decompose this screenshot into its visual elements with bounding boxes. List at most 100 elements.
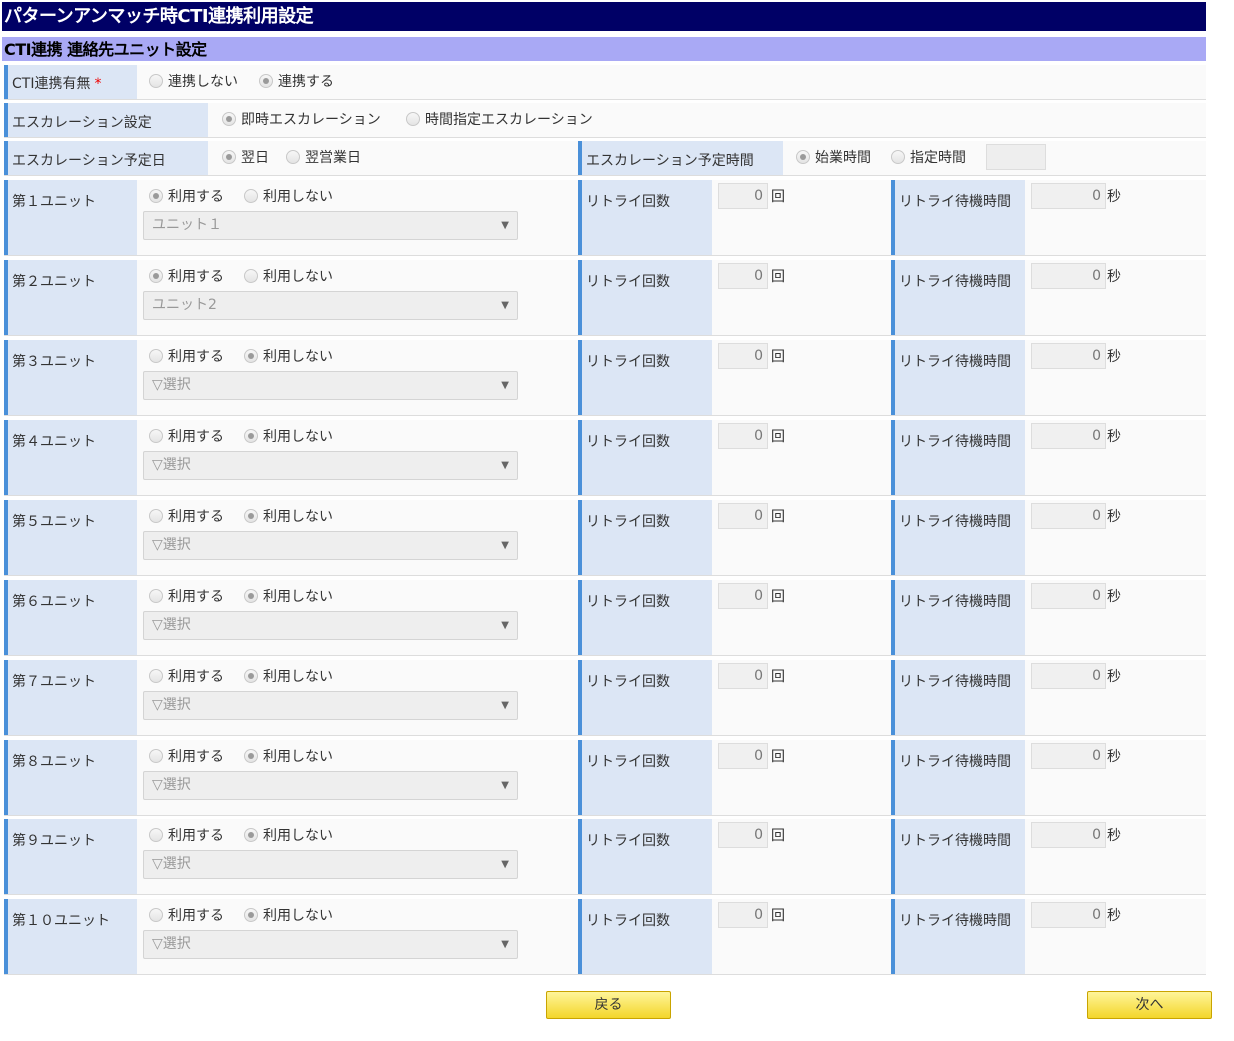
unit-row: 第３ユニット 利用する 利用しない ▽選択 ▼ リトライ回数 0 回リトライ待機時間 0 秒 — [4, 340, 1206, 416]
retry-count-input[interactable]: 0 — [718, 183, 768, 209]
retry-count-label: リトライ回数 — [578, 260, 712, 335]
radio-unchecked-icon — [149, 509, 163, 523]
retry-count-input[interactable]: 0 — [718, 663, 768, 689]
unit-nouse-radio[interactable]: 利用しない — [244, 186, 333, 206]
retry-count-input[interactable]: 0 — [718, 822, 768, 848]
retry-wait-input[interactable]: 0 — [1031, 743, 1106, 769]
dropdown-arrow-icon: ▼ — [501, 700, 509, 711]
unit-use-radio[interactable]: 利用する — [149, 825, 224, 845]
retry-count-input[interactable]: 0 — [718, 743, 768, 769]
escalation-timed-radio[interactable]: 時間指定エスカレーション — [406, 109, 593, 129]
unit-label: 第９ユニット — [4, 819, 137, 894]
unit-use-radio[interactable]: 利用する — [149, 506, 224, 526]
radio-checked-icon — [149, 269, 163, 283]
retry-wait-label: リトライ待機時間 — [891, 340, 1025, 415]
retry-wait-label: リトライ待機時間 — [891, 899, 1025, 974]
next-button[interactable]: 次へ — [1087, 991, 1212, 1019]
retry-count-input[interactable]: 0 — [718, 343, 768, 369]
radio-checked-icon — [259, 74, 273, 88]
retry-count-unit: 回 — [771, 269, 785, 285]
unit-use-radio[interactable]: 利用する — [149, 346, 224, 366]
time-start-radio[interactable]: 始業時間 — [796, 147, 871, 167]
cti-on-radio[interactable]: 連携する — [259, 71, 334, 91]
retry-count-input[interactable]: 0 — [718, 263, 768, 289]
unit-select[interactable]: ▽選択 ▼ — [143, 771, 518, 800]
retry-wait-input[interactable]: 0 — [1031, 183, 1106, 209]
retry-wait-input[interactable]: 0 — [1031, 263, 1106, 289]
radio-checked-icon — [149, 189, 163, 203]
unit-use-radio[interactable]: 利用する — [149, 186, 224, 206]
radio-unchecked-icon — [149, 908, 163, 922]
unit-select[interactable]: ▽選択 ▼ — [143, 611, 518, 640]
retry-count-input[interactable]: 0 — [718, 423, 768, 449]
retry-wait-input[interactable]: 0 — [1031, 503, 1106, 529]
radio-checked-icon — [796, 150, 810, 164]
unit-row: 第２ユニット 利用する 利用しない ユニット2 ▼ リトライ回数 0 回リトライ待機時間 0 秒 — [4, 260, 1206, 336]
retry-count-input[interactable]: 0 — [718, 902, 768, 928]
cti-off-radio[interactable]: 連携しない — [149, 71, 238, 91]
unit-nouse-radio[interactable]: 利用しない — [244, 905, 333, 925]
radio-unchecked-icon — [891, 150, 905, 164]
unit-select[interactable]: ▽選択 ▼ — [143, 371, 518, 400]
unit-use-radio[interactable]: 利用する — [149, 266, 224, 286]
unit-nouse-radio[interactable]: 利用しない — [244, 666, 333, 686]
unit-nouse-radio[interactable]: 利用しない — [244, 746, 333, 766]
retry-count-unit: 回 — [771, 589, 785, 605]
retry-wait-input[interactable]: 0 — [1031, 343, 1106, 369]
day-business-radio[interactable]: 翌営業日 — [286, 147, 361, 167]
unit-row: 第９ユニット 利用する 利用しない ▽選択 ▼ リトライ回数 0 回リトライ待機時間 0 秒 — [4, 819, 1206, 895]
retry-wait-input[interactable]: 0 — [1031, 663, 1106, 689]
dropdown-arrow-icon: ▼ — [501, 380, 509, 391]
unit-use-radio[interactable]: 利用する — [149, 905, 224, 925]
day-next-radio[interactable]: 翌日 — [222, 147, 269, 167]
retry-wait-input[interactable]: 0 — [1031, 902, 1106, 928]
page-title: パターンアンマッチ時CTI連携利用設定 — [2, 2, 1206, 31]
unit-select[interactable]: ユニット１ ▼ — [143, 211, 518, 240]
unit-select[interactable]: ▽選択 ▼ — [143, 531, 518, 560]
unit-nouse-radio[interactable]: 利用しない — [244, 825, 333, 845]
radio-checked-icon — [244, 509, 258, 523]
unit-nouse-radio[interactable]: 利用しない — [244, 346, 333, 366]
radio-checked-icon — [222, 112, 236, 126]
retry-wait-input[interactable]: 0 — [1031, 583, 1106, 609]
radio-unchecked-icon — [149, 429, 163, 443]
retry-count-unit: 回 — [771, 828, 785, 844]
retry-count-unit: 回 — [771, 908, 785, 924]
unit-select[interactable]: ▽選択 ▼ — [143, 930, 518, 959]
unit-nouse-radio[interactable]: 利用しない — [244, 266, 333, 286]
unit-select[interactable]: ▽選択 ▼ — [143, 691, 518, 720]
unit-label: 第２ユニット — [4, 260, 137, 335]
unit-nouse-radio[interactable]: 利用しない — [244, 506, 333, 526]
retry-count-label: リトライ回数 — [578, 580, 712, 655]
unit-use-radio[interactable]: 利用する — [149, 426, 224, 446]
unit-select[interactable]: ▽選択 ▼ — [143, 850, 518, 879]
retry-wait-input[interactable]: 0 — [1031, 423, 1106, 449]
radio-unchecked-icon — [286, 150, 300, 164]
radio-unchecked-icon — [149, 828, 163, 842]
time-specified-radio[interactable]: 指定時間 — [891, 147, 966, 167]
radio-unchecked-icon — [406, 112, 420, 126]
unit-select[interactable]: ユニット2 ▼ — [143, 291, 518, 320]
retry-count-input[interactable]: 0 — [718, 503, 768, 529]
retry-count-unit: 回 — [771, 669, 785, 685]
radio-checked-icon — [244, 429, 258, 443]
radio-checked-icon — [222, 150, 236, 164]
unit-nouse-radio[interactable]: 利用しない — [244, 426, 333, 446]
unit-select[interactable]: ▽選択 ▼ — [143, 451, 518, 480]
unit-use-radio[interactable]: 利用する — [149, 586, 224, 606]
unit-use-radio[interactable]: 利用する — [149, 666, 224, 686]
radio-unchecked-icon — [149, 589, 163, 603]
retry-wait-input[interactable]: 0 — [1031, 822, 1106, 848]
radio-checked-icon — [244, 908, 258, 922]
unit-use-radio[interactable]: 利用する — [149, 746, 224, 766]
unit-label: 第３ユニット — [4, 340, 137, 415]
specified-time-input[interactable] — [986, 144, 1046, 170]
retry-count-input[interactable]: 0 — [718, 583, 768, 609]
dropdown-arrow-icon: ▼ — [501, 220, 509, 231]
radio-unchecked-icon — [149, 349, 163, 363]
escalation-immediate-radio[interactable]: 即時エスカレーション — [222, 109, 381, 129]
back-button[interactable]: 戻る — [546, 991, 671, 1019]
cti-label: CTI連携有無 * — [4, 65, 137, 99]
unit-nouse-radio[interactable]: 利用しない — [244, 586, 333, 606]
unit-row: 第１０ユニット 利用する 利用しない ▽選択 ▼ リトライ回数 0 回リトライ待機時間 0 秒 — [4, 899, 1206, 975]
